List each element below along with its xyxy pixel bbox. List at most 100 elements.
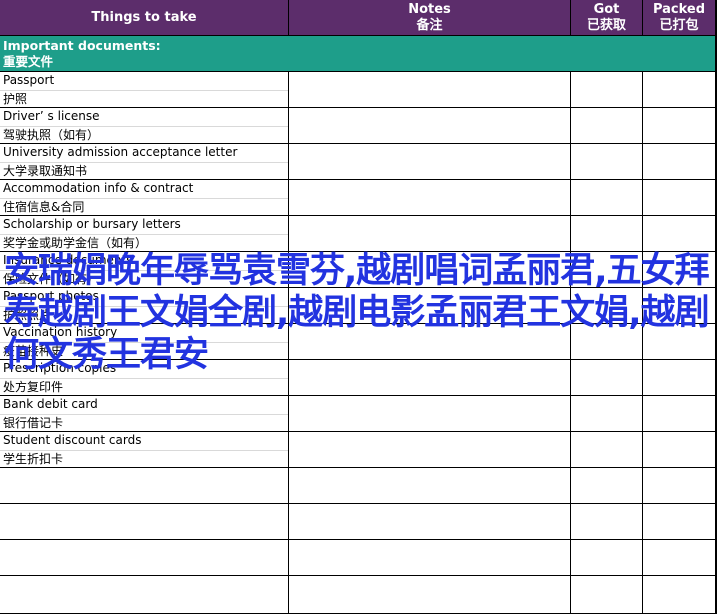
notes-cell[interactable] <box>289 252 571 288</box>
packed-cell[interactable] <box>643 144 717 180</box>
item-zh: 保险文件（如有） <box>3 272 100 286</box>
table-row: Scholarship or bursary letters 奖学金或助学金信（… <box>0 216 717 252</box>
item-cell[interactable] <box>0 504 289 540</box>
checklist-sheet: Things to take Notes 备注 Got 已获取 Packed 已… <box>0 0 717 614</box>
header-got-en: Got <box>593 1 620 17</box>
table-row: Passport photos 护照照片 <box>0 288 717 324</box>
item-cell[interactable]: University admission acceptance letter 大… <box>0 144 289 180</box>
notes-cell[interactable] <box>289 216 571 252</box>
empty-row <box>0 540 717 576</box>
item-zh: 处方复印件 <box>3 380 64 394</box>
notes-cell[interactable] <box>289 540 571 576</box>
notes-cell[interactable] <box>289 432 571 468</box>
packed-cell[interactable] <box>643 72 717 108</box>
item-zh: 大学录取通知书 <box>3 164 88 178</box>
notes-cell[interactable] <box>289 396 571 432</box>
empty-row <box>0 576 717 614</box>
section-title: Important documents: 重要文件 <box>0 36 717 72</box>
packed-cell[interactable] <box>643 576 717 614</box>
packed-cell[interactable] <box>643 252 717 288</box>
got-cell[interactable] <box>571 396 643 432</box>
got-cell[interactable] <box>571 360 643 396</box>
empty-row <box>0 468 717 504</box>
notes-cell[interactable] <box>289 144 571 180</box>
item-zh: 驾驶执照（如有） <box>3 128 100 142</box>
notes-cell[interactable] <box>289 108 571 144</box>
item-zh: 疫苗接种史 <box>3 344 64 358</box>
item-cell[interactable]: Accommodation info & contract 住宿信息&合同 <box>0 180 289 216</box>
item-zh: 护照照片 <box>3 308 52 322</box>
item-cell[interactable]: Prescription copies 处方复印件 <box>0 360 289 396</box>
item-cell[interactable]: Vaccination history 疫苗接种史 <box>0 324 289 360</box>
got-cell[interactable] <box>571 468 643 504</box>
got-cell[interactable] <box>571 144 643 180</box>
packed-cell[interactable] <box>643 180 717 216</box>
packed-cell[interactable] <box>643 288 717 324</box>
got-cell[interactable] <box>571 72 643 108</box>
packed-cell[interactable] <box>643 216 717 252</box>
got-cell[interactable] <box>571 432 643 468</box>
table-row: University admission acceptance letter 大… <box>0 144 717 180</box>
header-notes-zh: 备注 <box>416 17 443 33</box>
header-row: Things to take Notes 备注 Got 已获取 Packed 已… <box>0 0 717 36</box>
got-cell[interactable] <box>571 576 643 614</box>
item-cell[interactable]: Passport photos 护照照片 <box>0 288 289 324</box>
got-cell[interactable] <box>571 216 643 252</box>
item-cell[interactable]: Student discount cards 学生折扣卡 <box>0 432 289 468</box>
got-cell[interactable] <box>571 252 643 288</box>
item-en: Driver’ s license <box>0 108 288 127</box>
item-en: Insurance documents <box>0 252 288 271</box>
packed-cell[interactable] <box>643 540 717 576</box>
notes-cell[interactable] <box>289 324 571 360</box>
header-things: Things to take <box>0 0 289 36</box>
got-cell[interactable] <box>571 540 643 576</box>
packed-cell[interactable] <box>643 504 717 540</box>
header-packed: Packed 已打包 <box>643 0 717 36</box>
item-cell[interactable] <box>0 468 289 504</box>
item-zh: 学生折扣卡 <box>3 452 64 466</box>
packed-cell[interactable] <box>643 432 717 468</box>
item-cell[interactable] <box>0 540 289 576</box>
header-notes: Notes 备注 <box>289 0 571 36</box>
packed-cell[interactable] <box>643 396 717 432</box>
header-packed-en: Packed <box>652 1 706 17</box>
table-row: Prescription copies 处方复印件 <box>0 360 717 396</box>
table-row: Accommodation info & contract 住宿信息&合同 <box>0 180 717 216</box>
table-row: Driver’ s license 驾驶执照（如有） <box>0 108 717 144</box>
table-row: Vaccination history 疫苗接种史 <box>0 324 717 360</box>
item-cell[interactable]: Passport 护照 <box>0 72 289 108</box>
item-en: Passport photos <box>0 288 288 307</box>
item-cell[interactable]: Scholarship or bursary letters 奖学金或助学金信（… <box>0 216 289 252</box>
header-got: Got 已获取 <box>571 0 643 36</box>
notes-cell[interactable] <box>289 504 571 540</box>
item-cell[interactable] <box>0 576 289 614</box>
table-row: Bank debit card 银行借记卡 <box>0 396 717 432</box>
notes-cell[interactable] <box>289 288 571 324</box>
got-cell[interactable] <box>571 504 643 540</box>
header-notes-en: Notes <box>408 1 451 17</box>
notes-cell[interactable] <box>289 360 571 396</box>
header-things-label: Things to take <box>91 10 197 25</box>
notes-cell[interactable] <box>289 72 571 108</box>
packed-cell[interactable] <box>643 324 717 360</box>
item-cell[interactable]: Bank debit card 银行借记卡 <box>0 396 289 432</box>
got-cell[interactable] <box>571 324 643 360</box>
packed-cell[interactable] <box>643 468 717 504</box>
notes-cell[interactable] <box>289 468 571 504</box>
item-cell[interactable]: Driver’ s license 驾驶执照（如有） <box>0 108 289 144</box>
got-cell[interactable] <box>571 180 643 216</box>
item-en: Accommodation info & contract <box>0 180 288 199</box>
item-zh: 银行借记卡 <box>3 416 64 430</box>
item-cell[interactable]: Insurance documents 保险文件（如有） <box>0 252 289 288</box>
item-en: Vaccination history <box>0 324 288 343</box>
notes-cell[interactable] <box>289 180 571 216</box>
got-cell[interactable] <box>571 288 643 324</box>
item-en: Scholarship or bursary letters <box>0 216 288 235</box>
item-zh: 奖学金或助学金信（如有） <box>3 236 148 250</box>
notes-cell[interactable] <box>289 576 571 614</box>
packed-cell[interactable] <box>643 108 717 144</box>
packed-cell[interactable] <box>643 360 717 396</box>
table-row: Insurance documents 保险文件（如有） <box>0 252 717 288</box>
section-row: Important documents: 重要文件 <box>0 36 717 72</box>
got-cell[interactable] <box>571 108 643 144</box>
